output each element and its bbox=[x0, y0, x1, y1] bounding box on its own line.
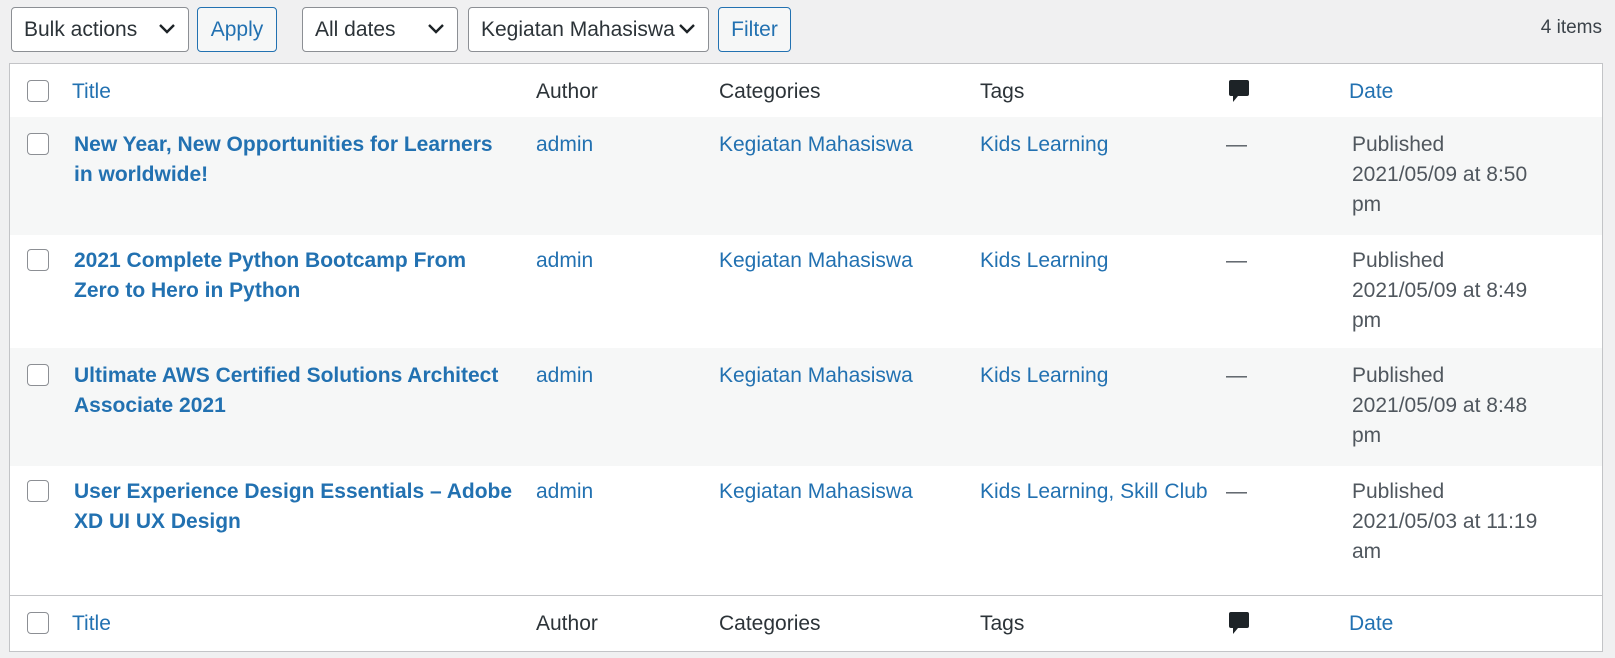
category-select[interactable]: Kegiatan Mahasiswa bbox=[468, 7, 709, 52]
author-link[interactable]: admin bbox=[536, 246, 593, 276]
comment-count: — bbox=[1226, 364, 1247, 387]
post-date: Published 2021/05/09 at 8:49 pm bbox=[1352, 249, 1528, 332]
dates-select[interactable]: All dates bbox=[302, 7, 458, 52]
tags-link[interactable]: Kids Learning, Skill Club bbox=[980, 477, 1208, 507]
post-title-link[interactable]: New Year, New Opportunities for Learners… bbox=[74, 130, 514, 190]
author-link[interactable]: admin bbox=[536, 361, 593, 391]
table-row: New Year, New Opportunities for Learners… bbox=[10, 117, 1602, 235]
column-categories: Categories bbox=[719, 80, 821, 103]
table-row: User Experience Design Essentials – Adob… bbox=[10, 464, 1602, 582]
category-value: Kegiatan Mahasiswa bbox=[481, 18, 675, 41]
row-checkbox[interactable] bbox=[27, 364, 49, 386]
column-title[interactable]: Title bbox=[72, 612, 111, 636]
comment-count: — bbox=[1226, 133, 1247, 156]
apply-button[interactable]: Apply bbox=[197, 7, 277, 52]
post-date: Published 2021/05/09 at 8:48 pm bbox=[1352, 364, 1528, 447]
table-row: Ultimate AWS Certified Solutions Archite… bbox=[10, 348, 1602, 466]
posts-table: Title Author Categories Tags Date New Ye… bbox=[9, 63, 1603, 652]
table-footer: Title Author Categories Tags Date bbox=[10, 595, 1602, 651]
post-title-link[interactable]: User Experience Design Essentials – Adob… bbox=[74, 477, 514, 537]
author-link[interactable]: admin bbox=[536, 130, 593, 160]
filter-button[interactable]: Filter bbox=[718, 7, 791, 52]
chevron-down-icon bbox=[159, 24, 175, 34]
row-checkbox[interactable] bbox=[27, 133, 49, 155]
select-all-checkbox[interactable] bbox=[27, 80, 49, 102]
comment-count: — bbox=[1226, 249, 1247, 272]
column-tags: Tags bbox=[980, 80, 1025, 103]
chevron-down-icon bbox=[679, 24, 695, 34]
column-date[interactable]: Date bbox=[1349, 80, 1393, 104]
table-row: 2021 Complete Python Bootcamp From Zero … bbox=[10, 233, 1602, 351]
column-categories: Categories bbox=[719, 612, 821, 635]
column-tags: Tags bbox=[980, 612, 1025, 635]
row-checkbox[interactable] bbox=[27, 480, 49, 502]
tags-link[interactable]: Kids Learning bbox=[980, 130, 1108, 160]
post-title-link[interactable]: Ultimate AWS Certified Solutions Archite… bbox=[74, 361, 514, 421]
category-link[interactable]: Kegiatan Mahasiswa bbox=[719, 361, 913, 391]
post-date: Published 2021/05/03 at 11:19 am bbox=[1352, 480, 1538, 563]
post-title-link[interactable]: 2021 Complete Python Bootcamp From Zero … bbox=[74, 246, 514, 306]
comment-icon[interactable] bbox=[1228, 79, 1250, 103]
comment-icon[interactable] bbox=[1228, 611, 1250, 635]
category-link[interactable]: Kegiatan Mahasiswa bbox=[719, 246, 913, 276]
items-count: 4 items bbox=[1540, 17, 1602, 38]
author-link[interactable]: admin bbox=[536, 477, 593, 507]
tags-link[interactable]: Kids Learning bbox=[980, 361, 1108, 391]
table-header: Title Author Categories Tags Date bbox=[10, 64, 1602, 120]
bulk-actions-value: Bulk actions bbox=[24, 18, 138, 41]
column-date[interactable]: Date bbox=[1349, 612, 1393, 636]
select-all-checkbox[interactable] bbox=[27, 612, 49, 634]
column-title[interactable]: Title bbox=[72, 80, 111, 104]
column-author: Author bbox=[536, 80, 598, 103]
row-checkbox[interactable] bbox=[27, 249, 49, 271]
category-link[interactable]: Kegiatan Mahasiswa bbox=[719, 477, 913, 507]
column-author: Author bbox=[536, 612, 598, 635]
chevron-down-icon bbox=[428, 24, 444, 34]
bulk-actions-select[interactable]: Bulk actions bbox=[11, 7, 189, 52]
comment-count: — bbox=[1226, 480, 1247, 503]
post-date: Published 2021/05/09 at 8:50 pm bbox=[1352, 133, 1528, 216]
dates-value: All dates bbox=[315, 18, 396, 41]
category-link[interactable]: Kegiatan Mahasiswa bbox=[719, 130, 913, 160]
tags-link[interactable]: Kids Learning bbox=[980, 246, 1108, 276]
